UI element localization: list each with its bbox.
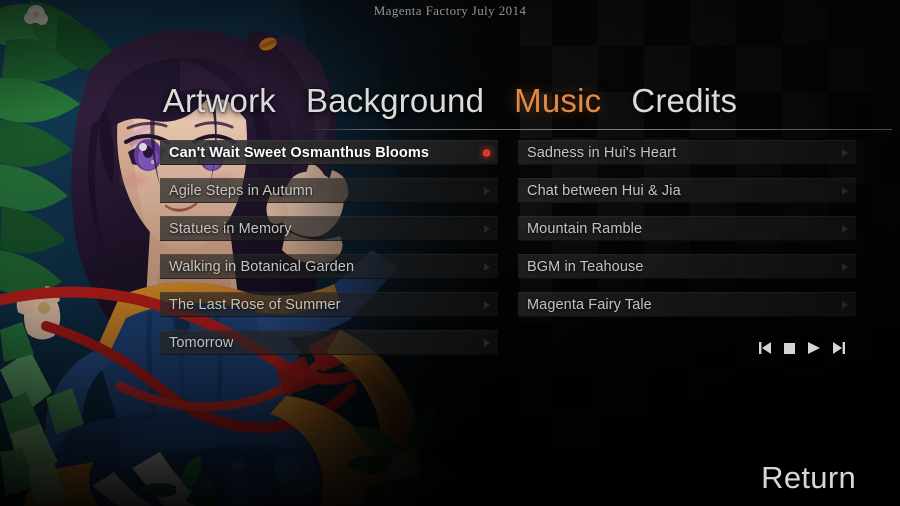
play-arrow-icon — [484, 186, 490, 195]
gallery-title: Magenta Factory July 2014 — [373, 3, 527, 18]
play-arrow-icon — [484, 262, 490, 271]
track-title: Tomorrow — [169, 334, 234, 351]
music-track-lists: Can't Wait Sweet Osmanthus Blooms Agile … — [0, 140, 900, 370]
track-row[interactable]: Magenta Fairy Tale — [518, 292, 856, 317]
play-arrow-icon — [842, 262, 848, 271]
return-button[interactable]: Return — [761, 458, 856, 498]
track-title: BGM in Teahouse — [527, 258, 644, 275]
playback-controls — [756, 338, 848, 358]
stop-icon — [784, 342, 796, 354]
track-title: Magenta Fairy Tale — [527, 296, 652, 313]
track-title: Agile Steps in Autumn — [169, 182, 313, 199]
play-arrow-icon — [842, 148, 848, 157]
track-list-left-column: Can't Wait Sweet Osmanthus Blooms Agile … — [160, 140, 498, 368]
play-arrow-icon — [842, 186, 848, 195]
track-list-right-column: Sadness in Hui's Heart Chat between Hui … — [518, 140, 856, 330]
skip-back-icon — [758, 342, 771, 354]
nav-tab-background[interactable]: Background — [306, 84, 484, 117]
track-row[interactable]: Chat between Hui & Jia — [518, 178, 856, 203]
track-row[interactable]: Tomorrow — [160, 330, 498, 355]
play-arrow-icon — [484, 338, 490, 347]
stop-button[interactable] — [781, 340, 799, 356]
play-arrow-icon — [484, 300, 490, 309]
play-button[interactable] — [805, 340, 823, 356]
nav-tab-artwork[interactable]: Artwork — [163, 84, 276, 117]
section-nav: Artwork Background Music Credits — [0, 84, 900, 117]
nav-tab-music[interactable]: Music — [514, 84, 601, 117]
nav-separator-line — [303, 129, 892, 130]
track-title: The Last Rose of Summer — [169, 296, 341, 313]
track-row[interactable]: Statues in Memory — [160, 216, 498, 241]
track-row[interactable]: The Last Rose of Summer — [160, 292, 498, 317]
play-arrow-icon — [842, 300, 848, 309]
track-title: Sadness in Hui's Heart — [527, 144, 677, 161]
nav-tab-credits[interactable]: Credits — [631, 84, 737, 117]
play-arrow-icon — [842, 224, 848, 233]
previous-track-button[interactable] — [756, 340, 774, 356]
play-icon — [808, 342, 821, 354]
next-track-button[interactable] — [830, 340, 848, 356]
track-row[interactable]: BGM in Teahouse — [518, 254, 856, 279]
track-title: Walking in Botanical Garden — [169, 258, 355, 275]
gallery-screen: Magenta Factory July 2014 Artwork Backgr… — [0, 0, 900, 506]
track-row[interactable]: Can't Wait Sweet Osmanthus Blooms — [160, 140, 498, 165]
now-playing-indicator-icon — [483, 149, 490, 156]
skip-forward-icon — [833, 342, 846, 354]
track-title: Statues in Memory — [169, 220, 292, 237]
track-row[interactable]: Mountain Ramble — [518, 216, 856, 241]
track-row[interactable]: Agile Steps in Autumn — [160, 178, 498, 203]
track-title: Can't Wait Sweet Osmanthus Blooms — [169, 144, 429, 161]
track-title: Chat between Hui & Jia — [527, 182, 681, 199]
play-arrow-icon — [484, 224, 490, 233]
track-title: Mountain Ramble — [527, 220, 643, 237]
track-row[interactable]: Sadness in Hui's Heart — [518, 140, 856, 165]
track-row[interactable]: Walking in Botanical Garden — [160, 254, 498, 279]
